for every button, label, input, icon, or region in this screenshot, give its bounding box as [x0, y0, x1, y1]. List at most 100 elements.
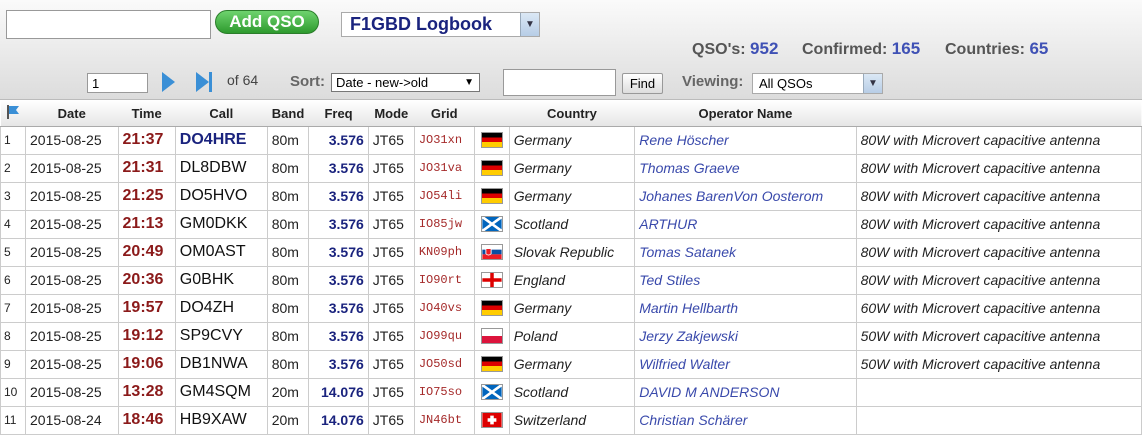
row-grid: JO50sd: [413, 349, 475, 379]
de-flag-icon: [473, 349, 510, 379]
search-input[interactable]: [6, 10, 211, 39]
qso-table: Date Time Call Band Freq Mode Grid Count…: [0, 101, 1142, 435]
table-row[interactable]: 9 2015-08-25 19:06 DB1NWA 80m 3.576 JT65 JO50sd…: [0, 349, 1142, 379]
row-grid: JO31xn: [413, 125, 475, 155]
row-note: 60W with Microvert capacitive antenna: [855, 293, 1142, 323]
row-band: 80m: [266, 349, 310, 379]
row-call[interactable]: DO4ZH: [174, 293, 268, 323]
row-operator[interactable]: Wilfried Walter: [634, 349, 857, 379]
row-date: 2015-08-25: [25, 265, 119, 295]
table-row[interactable]: 6 2015-08-25 20:36 G0BHK 80m 3.576 JT65 IO90rt E…: [0, 265, 1142, 295]
row-band: 80m: [266, 209, 310, 239]
row-call[interactable]: G0BHK: [174, 265, 268, 295]
row-grid: KN09ph: [413, 237, 475, 267]
row-grid: JO40vs: [413, 293, 475, 323]
row-freq: 14.076: [308, 405, 369, 435]
row-operator[interactable]: Thomas Graeve: [634, 153, 857, 183]
last-page-icon[interactable]: [196, 72, 209, 92]
row-band: 80m: [266, 293, 310, 323]
row-time: 20:36: [117, 265, 176, 295]
row-note: 50W with Microvert capacitive antenna: [855, 349, 1142, 379]
row-call[interactable]: DO4HRE: [174, 125, 268, 155]
page-number-input[interactable]: [87, 73, 148, 93]
table-row[interactable]: 8 2015-08-25 19:12 SP9CVY 80m 3.576 JT65 JO99qu…: [0, 321, 1142, 351]
row-grid: IO75so: [413, 377, 475, 407]
row-mode: JT65: [367, 293, 415, 323]
row-operator[interactable]: Jerzy Zakjewski: [634, 321, 857, 351]
row-time: 21:13: [117, 209, 176, 239]
row-operator[interactable]: DAVID M ANDERSON: [634, 377, 857, 407]
table-row[interactable]: 4 2015-08-25 21:13 GM0DKK 80m 3.576 JT65 IO85jw…: [0, 209, 1142, 239]
row-number: 6: [0, 265, 26, 295]
row-time: 21:25: [117, 181, 176, 211]
row-call[interactable]: GM0DKK: [174, 209, 268, 239]
row-call[interactable]: DB1NWA: [174, 349, 268, 379]
row-note: [855, 377, 1142, 407]
row-operator[interactable]: Tomas Satanek: [634, 237, 857, 267]
col-operator[interactable]: Operator Name: [634, 101, 857, 127]
row-mode: JT65: [367, 153, 415, 183]
table-row[interactable]: 11 2015-08-24 18:46 HB9XAW 20m 14.076 JT65 JN46…: [0, 405, 1142, 435]
table-row[interactable]: 5 2015-08-25 20:49 OM0AST 80m 3.576 JT65 KN09ph…: [0, 237, 1142, 267]
row-operator[interactable]: Johanes BarenVon Oosterom: [634, 181, 857, 211]
row-operator[interactable]: Martin Hellbarth: [634, 293, 857, 323]
row-freq: 3.576: [308, 153, 369, 183]
table-row[interactable]: 7 2015-08-25 19:57 DO4ZH 80m 3.576 JT65 JO40vs G…: [0, 293, 1142, 323]
row-freq: 3.576: [308, 349, 369, 379]
row-band: 20m: [266, 377, 310, 407]
row-number: 7: [0, 293, 26, 323]
col-country[interactable]: Country: [509, 101, 635, 127]
sort-select[interactable]: Date - new->old ▼: [331, 73, 480, 92]
logbook-select[interactable]: F1GBD Logbook ▼: [341, 12, 540, 37]
add-qso-button[interactable]: Add QSO: [215, 10, 319, 34]
row-time: 13:28: [117, 377, 176, 407]
row-time: 19:57: [117, 293, 176, 323]
col-mode[interactable]: Mode: [368, 101, 415, 127]
row-operator[interactable]: Christian Schärer: [634, 405, 857, 435]
row-operator[interactable]: Rene Höscher: [634, 125, 857, 155]
row-operator[interactable]: ARTHUR: [634, 209, 857, 239]
row-time: 19:06: [117, 349, 176, 379]
table-row[interactable]: 1 2015-08-25 21:37 DO4HRE 80m 3.576 JT65 JO31xn…: [0, 125, 1142, 155]
row-time: 20:49: [117, 237, 176, 267]
viewing-select[interactable]: All QSOs ▼: [752, 73, 883, 94]
row-date: 2015-08-25: [25, 377, 119, 407]
table-row[interactable]: 3 2015-08-25 21:25 DO5HVO 80m 3.576 JT65 JO54li…: [0, 181, 1142, 211]
row-call[interactable]: GM4SQM: [174, 377, 268, 407]
col-call[interactable]: Call: [175, 101, 268, 127]
row-country: Germany: [508, 349, 636, 379]
confirmed-count: Confirmed: 165: [802, 39, 921, 58]
row-freq: 3.576: [308, 321, 369, 351]
row-mode: JT65: [367, 405, 415, 435]
row-call[interactable]: OM0AST: [174, 237, 268, 267]
col-band[interactable]: Band: [267, 101, 309, 127]
row-note: 80W with Microvert capacitive antenna: [855, 237, 1142, 267]
row-date: 2015-08-25: [25, 125, 119, 155]
next-page-icon[interactable]: [162, 72, 175, 92]
col-time[interactable]: Time: [118, 101, 176, 127]
eng-flag-icon: [473, 265, 510, 295]
row-operator[interactable]: Ted Stiles: [634, 265, 857, 295]
table-row[interactable]: 10 2015-08-25 13:28 GM4SQM 20m 14.076 JT65 IO75…: [0, 377, 1142, 407]
col-date[interactable]: Date: [25, 101, 119, 127]
viewing-select-value: All QSOs: [759, 76, 813, 91]
flag-column-icon: [0, 101, 26, 127]
col-freq[interactable]: Freq: [308, 101, 369, 127]
row-call[interactable]: SP9CVY: [174, 321, 268, 351]
row-date: 2015-08-24: [25, 405, 119, 435]
chevron-down-icon: ▼: [863, 74, 882, 93]
find-input[interactable]: [503, 69, 616, 96]
table-row[interactable]: 2 2015-08-25 21:31 DL8DBW 80m 3.576 JT65 JO31va…: [0, 153, 1142, 183]
chevron-down-icon: ▼: [520, 13, 539, 36]
find-button[interactable]: Find: [622, 73, 663, 94]
row-call[interactable]: HB9XAW: [174, 405, 268, 435]
col-grid[interactable]: Grid: [414, 101, 475, 127]
row-call[interactable]: DO5HVO: [174, 181, 268, 211]
logbook-select-value: F1GBD Logbook: [350, 14, 492, 34]
row-freq: 3.576: [308, 209, 369, 239]
row-mode: JT65: [367, 321, 415, 351]
row-freq: 3.576: [308, 293, 369, 323]
row-note: [855, 405, 1142, 435]
row-number: 4: [0, 209, 26, 239]
row-call[interactable]: DL8DBW: [174, 153, 268, 183]
